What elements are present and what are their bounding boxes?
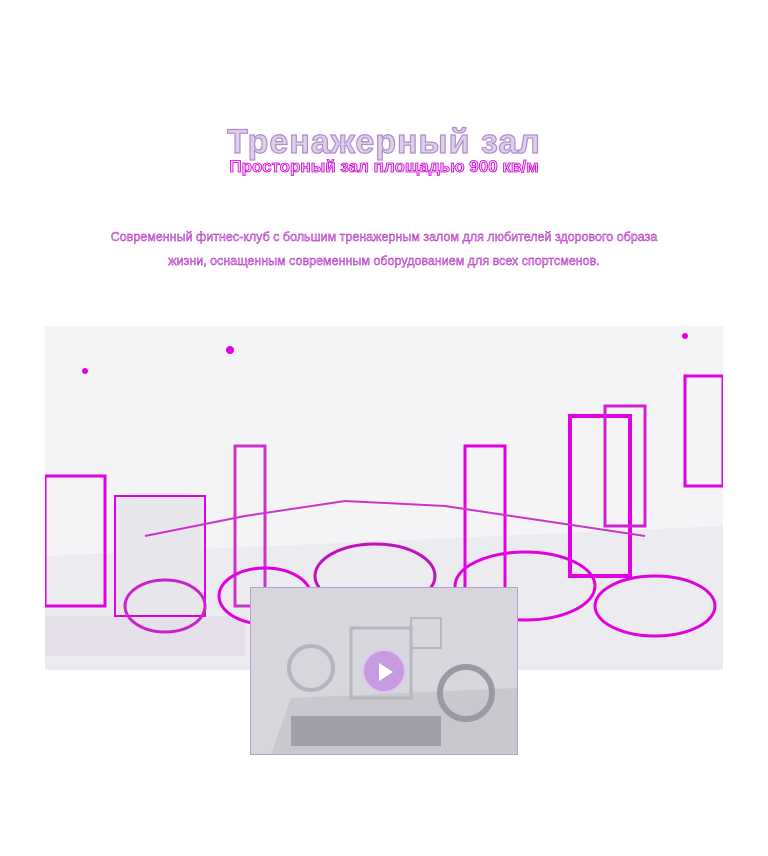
play-button[interactable] bbox=[362, 649, 406, 693]
section-title: Тренажерный зал bbox=[226, 122, 541, 161]
section-description: Современный фитнес-клуб с большим тренаж… bbox=[110, 229, 658, 268]
play-icon bbox=[379, 663, 393, 681]
section-subtitle: Просторный зал площадью 900 кв/м bbox=[229, 157, 539, 177]
